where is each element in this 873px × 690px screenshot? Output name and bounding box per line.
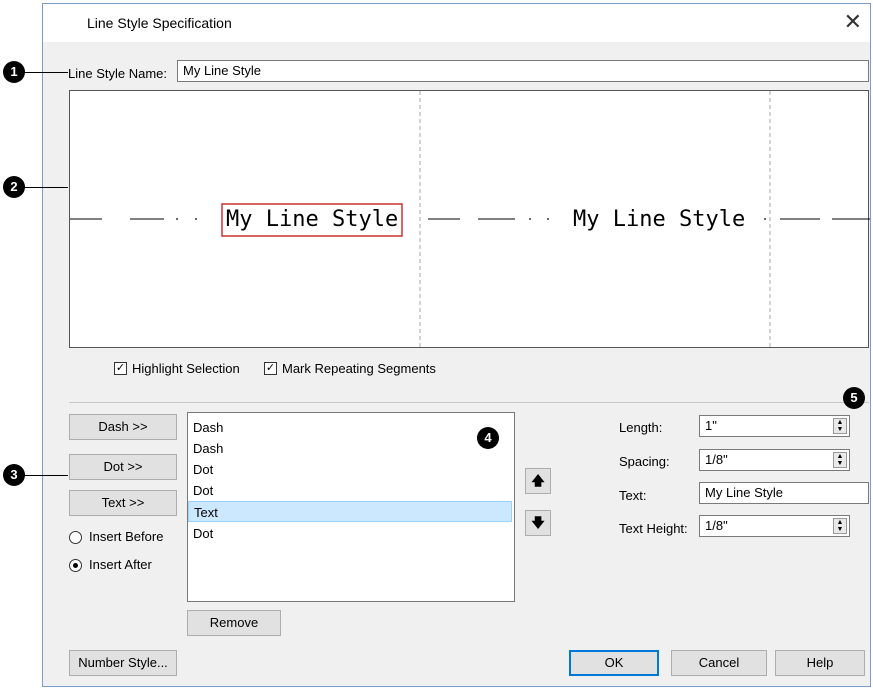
cancel-button[interactable]: Cancel: [671, 650, 767, 676]
arrow-up-icon: 🡅: [531, 473, 545, 488]
callout-1-leader: [24, 72, 68, 73]
length-spinner[interactable]: ▲ ▼: [833, 418, 847, 434]
spacing-spinner[interactable]: ▲ ▼: [833, 452, 847, 468]
insert-before-radio[interactable]: [69, 531, 82, 544]
length-label: Length:: [619, 420, 663, 435]
text-height-label: Text Height:: [619, 521, 688, 536]
preview-text-selected: My Line Style: [226, 207, 399, 232]
list-item-selected[interactable]: Text: [188, 501, 512, 522]
preview-text-repeat: My Line Style: [573, 207, 746, 232]
highlight-selection-checkbox[interactable]: ✓: [114, 362, 127, 375]
insert-after-radio[interactable]: [69, 559, 82, 572]
length-field[interactable]: 1" ▲ ▼: [699, 415, 850, 437]
mark-repeating-checkbox[interactable]: ✓: [264, 362, 277, 375]
line-style-name-label: Line Style Name:: [68, 66, 167, 81]
callout-2: 2: [3, 176, 25, 198]
text-height-field[interactable]: 1/8" ▲ ▼: [699, 515, 850, 537]
remove-button[interactable]: Remove: [187, 610, 281, 636]
spacing-value: 1/8": [705, 452, 728, 467]
insert-before-label: Insert Before: [89, 529, 164, 544]
highlight-selection-label: Highlight Selection: [132, 361, 240, 376]
move-up-button[interactable]: 🡅: [525, 468, 551, 494]
length-value: 1": [705, 418, 717, 433]
list-item[interactable]: Dash: [188, 438, 512, 459]
list-item[interactable]: Dot: [188, 523, 512, 544]
text-height-spinner[interactable]: ▲ ▼: [833, 518, 847, 534]
list-item[interactable]: Dot: [188, 480, 512, 501]
text-field[interactable]: My Line Style: [699, 482, 869, 504]
mark-repeating-label: Mark Repeating Segments: [282, 361, 436, 376]
number-style-button[interactable]: Number Style...: [69, 650, 177, 676]
callout-2-leader: [24, 187, 68, 188]
ok-button[interactable]: OK: [569, 650, 659, 676]
callout-1: 1: [3, 61, 25, 83]
add-dash-button[interactable]: Dash >>: [69, 414, 177, 440]
help-button[interactable]: Help: [775, 650, 865, 676]
line-style-name-input[interactable]: My Line Style: [177, 60, 869, 82]
add-text-button[interactable]: Text >>: [69, 490, 177, 516]
line-style-dialog: Line Style Specification ✕ Line Style Na…: [42, 3, 871, 687]
separator: [69, 402, 869, 403]
callout-3-leader: [24, 475, 68, 476]
insert-after-label: Insert After: [89, 557, 152, 572]
add-dot-button[interactable]: Dot >>: [69, 454, 177, 480]
list-item[interactable]: Dot: [188, 459, 512, 480]
preview-line-graphic: [70, 91, 870, 349]
arrow-down-icon: 🡇: [531, 515, 545, 530]
callout-5: 5: [843, 387, 865, 409]
segment-list[interactable]: Dash Dash Dot Dot Text Dot: [187, 412, 515, 602]
dialog-title: Line Style Specification: [87, 15, 232, 31]
list-item[interactable]: Dash: [188, 417, 512, 438]
spacing-field[interactable]: 1/8" ▲ ▼: [699, 449, 850, 471]
move-down-button[interactable]: 🡇: [525, 510, 551, 536]
text-height-value: 1/8": [705, 518, 728, 533]
text-label: Text:: [619, 488, 647, 503]
line-style-preview: My Line Style My Line Style: [69, 90, 870, 349]
title-bar: Line Style Specification ✕: [43, 4, 870, 42]
callout-4: 4: [477, 427, 499, 449]
close-icon[interactable]: ✕: [844, 8, 862, 36]
callout-3: 3: [3, 464, 25, 486]
spacing-label: Spacing:: [619, 454, 670, 469]
